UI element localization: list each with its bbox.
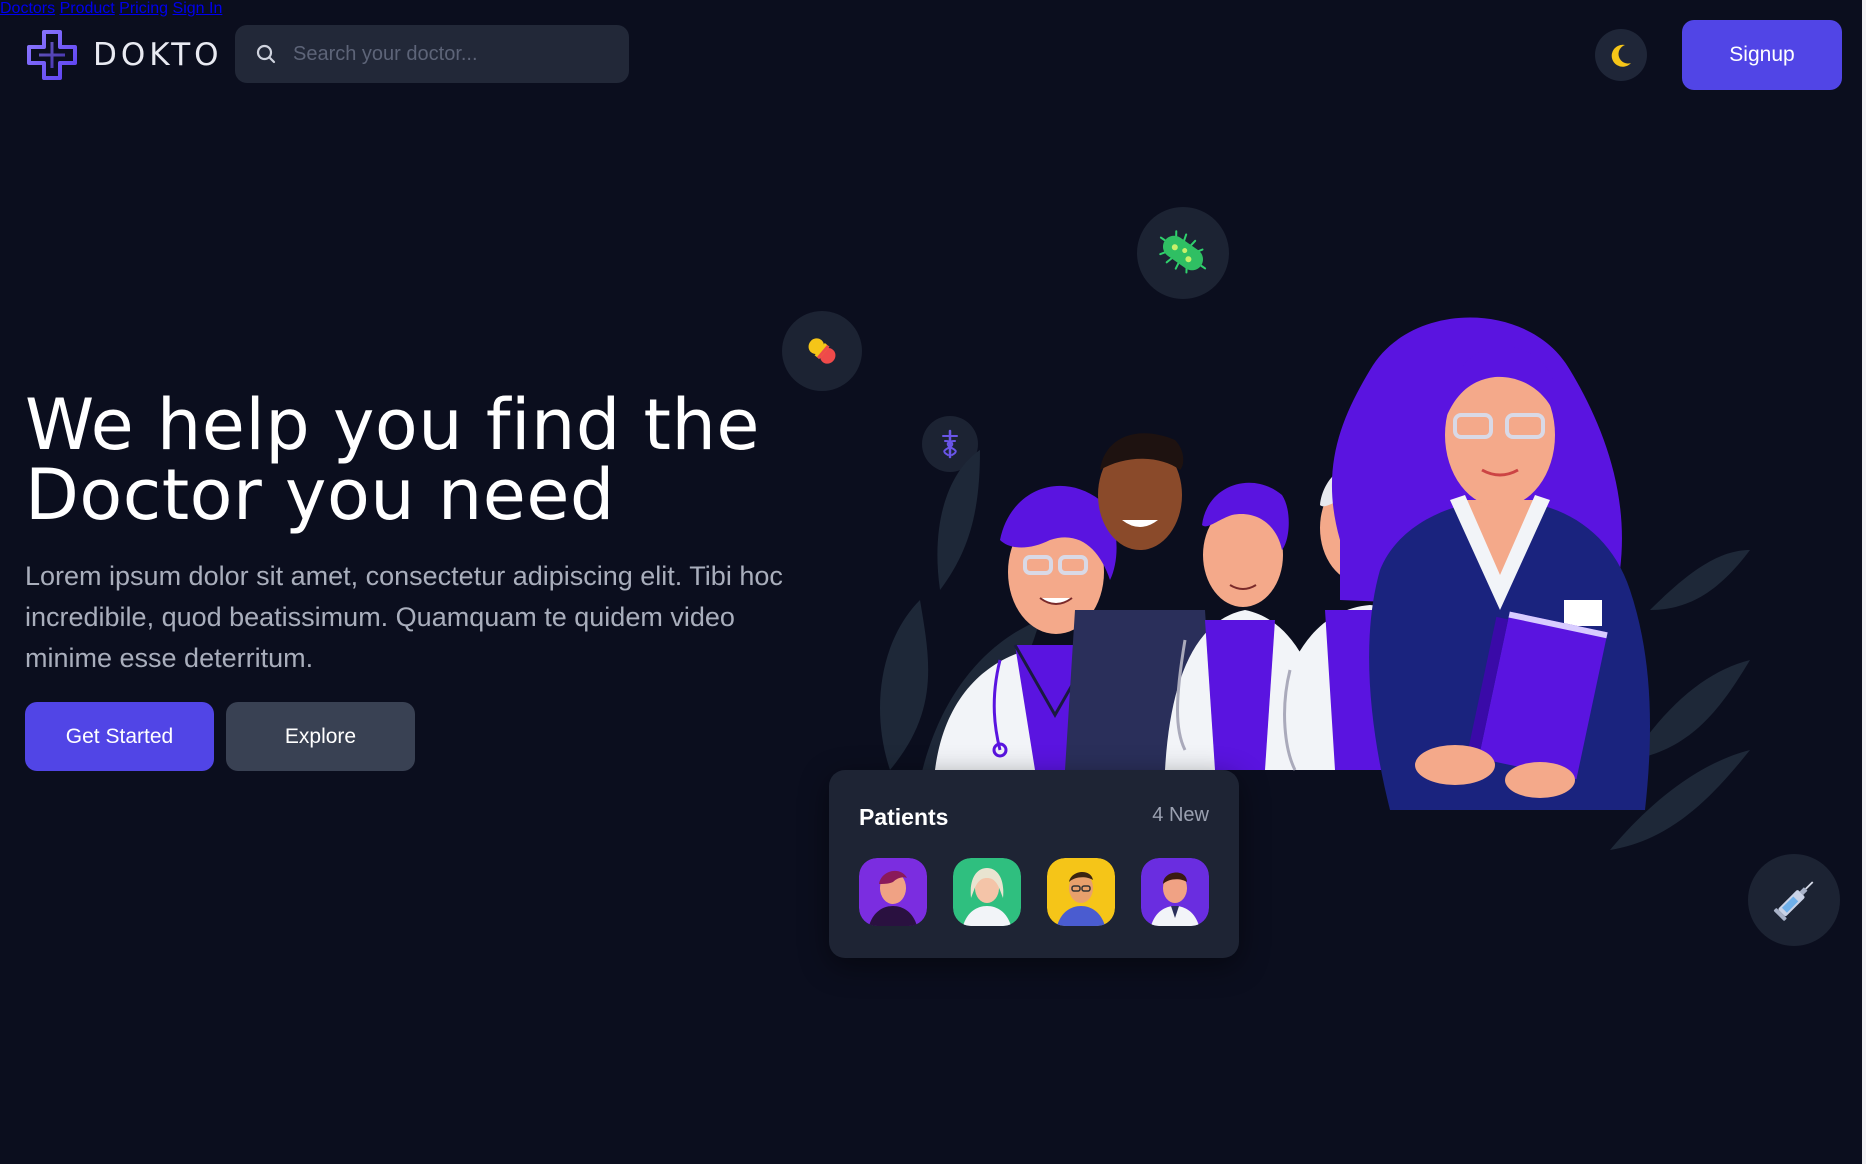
cross-logo-icon xyxy=(27,30,77,80)
explore-button[interactable]: Explore xyxy=(226,702,415,771)
theme-toggle-button[interactable] xyxy=(1595,29,1647,81)
nav-doctors[interactable]: Doctors xyxy=(0,0,55,17)
patients-title: Patients xyxy=(859,804,949,830)
search-icon xyxy=(256,44,276,64)
get-started-button[interactable]: Get Started xyxy=(25,702,214,771)
hero-description: Lorem ipsum dolor sit amet, consectetur … xyxy=(25,561,783,673)
hero-title: We help you find the Doctor you need xyxy=(25,390,785,530)
brand-name: DOKTO xyxy=(93,37,223,73)
pill-icon xyxy=(808,338,836,364)
hero-title-line2: Doctor you need xyxy=(25,454,615,536)
logo[interactable]: DOKTO xyxy=(25,28,223,82)
syringe-icon xyxy=(1773,881,1814,921)
bacteria-bubble xyxy=(1137,207,1229,299)
patients-new-badge: 4 New xyxy=(1152,804,1209,826)
search-input[interactable] xyxy=(291,41,615,67)
nav-sign-in[interactable]: Sign In xyxy=(173,0,223,17)
main-doctor-figure xyxy=(1331,317,1650,810)
nav-product[interactable]: Product xyxy=(60,0,115,17)
moon-icon xyxy=(1611,44,1631,67)
patient-avatar[interactable] xyxy=(953,858,1021,926)
search-bar[interactable] xyxy=(235,25,629,83)
patient-avatar[interactable] xyxy=(859,858,927,926)
signup-button[interactable]: Signup xyxy=(1682,20,1842,90)
nav-pricing[interactable]: Pricing xyxy=(119,0,168,17)
patients-avatar-list xyxy=(859,858,1209,926)
patient-avatar[interactable] xyxy=(1141,858,1209,926)
patient-avatar[interactable] xyxy=(1047,858,1115,926)
patients-card[interactable]: Patients 4 New xyxy=(829,770,1239,958)
main-nav: Doctors Product Pricing Sign In xyxy=(0,0,1866,18)
window-edge xyxy=(1862,0,1866,1164)
bacteria-icon xyxy=(1159,230,1207,274)
